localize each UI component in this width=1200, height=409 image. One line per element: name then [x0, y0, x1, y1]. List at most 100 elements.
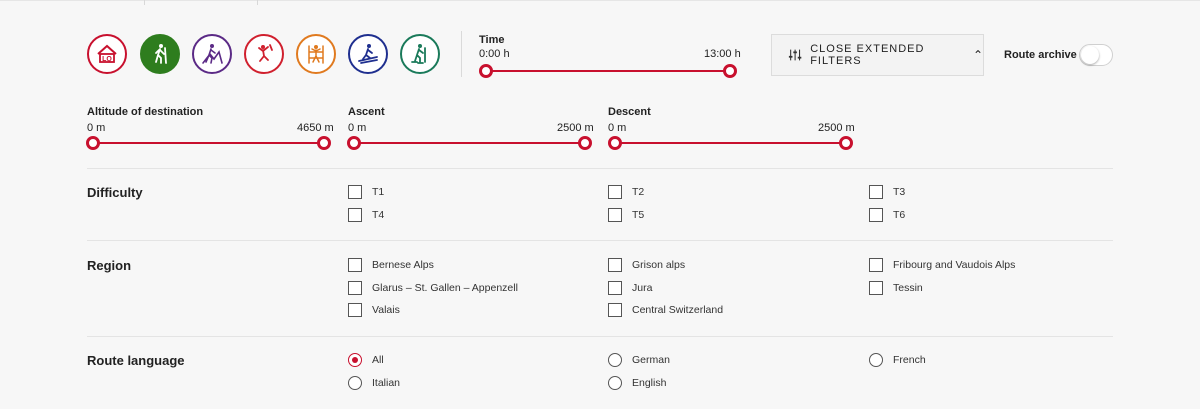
checkbox[interactable]	[869, 281, 883, 295]
difficulty-option-t4[interactable]: T4	[348, 208, 384, 222]
language-option-german[interactable]: German	[608, 353, 670, 367]
language-option-italian[interactable]: Italian	[348, 376, 400, 390]
alpinist-icon	[202, 44, 223, 64]
time-max-value: 13:00 h	[704, 48, 741, 60]
altitude-max-value: 4650 m	[297, 122, 334, 134]
region-option-bernese-alps[interactable]: Bernese Alps	[348, 258, 434, 272]
option-label: Glarus – St. Gallen – Appenzell	[372, 282, 518, 294]
option-label: French	[893, 354, 926, 366]
close-extended-filters-button[interactable]: CLOSE EXTENDED FILTERS ⌃	[771, 34, 984, 76]
checkbox[interactable]	[608, 303, 622, 317]
altitude-min-handle[interactable]	[86, 136, 100, 150]
checkbox[interactable]	[608, 185, 622, 199]
time-divider	[461, 31, 462, 77]
checkbox[interactable]	[348, 303, 362, 317]
descent-slider-track[interactable]	[615, 142, 846, 144]
time-slider-track[interactable]	[486, 70, 730, 72]
language-option-all[interactable]: All	[348, 353, 384, 367]
top-border	[0, 0, 1200, 1]
region-option-valais[interactable]: Valais	[348, 303, 400, 317]
difficulty-option-t5[interactable]: T5	[608, 208, 644, 222]
time-min-handle[interactable]	[479, 64, 493, 78]
language-option-french[interactable]: French	[869, 353, 926, 367]
tab-divider	[257, 0, 258, 5]
ascent-max-handle[interactable]	[578, 136, 592, 150]
difficulty-option-t3[interactable]: T3	[869, 185, 905, 199]
radio-selected[interactable]	[348, 353, 362, 367]
language-option-english[interactable]: English	[608, 376, 666, 390]
altitude-slider-track[interactable]	[93, 142, 324, 144]
via-ferrata-activity-button[interactable]	[296, 34, 336, 74]
climbing-activity-button[interactable]	[244, 34, 284, 74]
option-label: Valais	[372, 304, 400, 316]
region-option-fribourg-vaudois-alps[interactable]: Fribourg and Vaudois Alps	[869, 258, 1015, 272]
altitude-min-value: 0 m	[87, 122, 106, 134]
radio[interactable]	[869, 353, 883, 367]
sliders-icon	[788, 49, 802, 61]
option-label: Bernese Alps	[372, 259, 434, 271]
region-option-jura[interactable]: Jura	[608, 281, 652, 295]
checkbox[interactable]	[869, 258, 883, 272]
option-label: Italian	[372, 377, 401, 389]
option-label: T1	[372, 186, 385, 198]
descent-max-handle[interactable]	[839, 136, 853, 150]
checkbox[interactable]	[869, 208, 883, 222]
option-label: All	[372, 354, 384, 366]
chevron-up-icon: ⌃	[972, 48, 983, 62]
descent-min-handle[interactable]	[608, 136, 622, 150]
checkbox[interactable]	[608, 208, 622, 222]
option-label: T6	[893, 209, 906, 221]
climber-icon	[258, 44, 273, 62]
region-option-central-switzerland[interactable]: Central Switzerland	[608, 303, 723, 317]
checkbox[interactable]	[608, 258, 622, 272]
time-min-value: 0:00 h	[479, 48, 510, 60]
checkbox[interactable]	[348, 185, 362, 199]
altitude-max-handle[interactable]	[317, 136, 331, 150]
ascent-min-handle[interactable]	[347, 136, 361, 150]
ski-tour-activity-button[interactable]	[348, 34, 388, 74]
ascent-label: Ascent	[348, 106, 385, 118]
region-option-glarus-st-gallen-appenzell[interactable]: Glarus – St. Gallen – Appenzell	[348, 281, 518, 295]
tab-divider	[144, 0, 145, 5]
difficulty-option-t1[interactable]: T1	[348, 185, 384, 199]
difficulty-option-t6[interactable]: T6	[869, 208, 905, 222]
region-option-tessin[interactable]: Tessin	[869, 281, 923, 295]
checkbox[interactable]	[608, 281, 622, 295]
option-label: Tessin	[893, 282, 923, 294]
radio[interactable]	[608, 376, 622, 390]
radio[interactable]	[348, 376, 362, 390]
route-archive-toggle[interactable]	[1079, 44, 1113, 66]
hiking-activity-button[interactable]	[140, 34, 180, 74]
checkbox[interactable]	[869, 185, 883, 199]
region-title: Region	[87, 258, 132, 273]
section-divider	[87, 240, 1113, 241]
ascent-slider-track[interactable]	[354, 142, 585, 144]
svg-text:LQ: LQ	[102, 56, 112, 63]
ascent-max-value: 2500 m	[557, 122, 594, 134]
option-label: T5	[632, 209, 645, 221]
option-label: English	[632, 377, 667, 389]
checkbox[interactable]	[348, 281, 362, 295]
altitude-label: Altitude of destination	[87, 106, 204, 118]
difficulty-title: Difficulty	[87, 185, 143, 200]
snowshoe-activity-button[interactable]	[400, 34, 440, 74]
checkbox[interactable]	[348, 208, 362, 222]
difficulty-option-t2[interactable]: T2	[608, 185, 644, 199]
region-option-grison-alps[interactable]: Grison alps	[608, 258, 685, 272]
toggle-thumb	[1081, 46, 1099, 64]
route-language-title: Route language	[87, 353, 185, 368]
radio[interactable]	[608, 353, 622, 367]
section-divider	[87, 168, 1113, 169]
option-label: Grison alps	[632, 259, 686, 271]
hut-activity-button[interactable]: LQ	[87, 34, 127, 74]
option-label: Jura	[632, 282, 653, 294]
option-label: T4	[372, 209, 385, 221]
time-label: Time	[479, 34, 505, 46]
via-ferrata-icon	[308, 45, 324, 64]
descent-min-value: 0 m	[608, 122, 627, 134]
time-max-handle[interactable]	[723, 64, 737, 78]
ski-tour-icon	[358, 44, 378, 64]
alpine-tour-activity-button[interactable]	[192, 34, 232, 74]
hiker-icon	[155, 44, 167, 64]
checkbox[interactable]	[348, 258, 362, 272]
